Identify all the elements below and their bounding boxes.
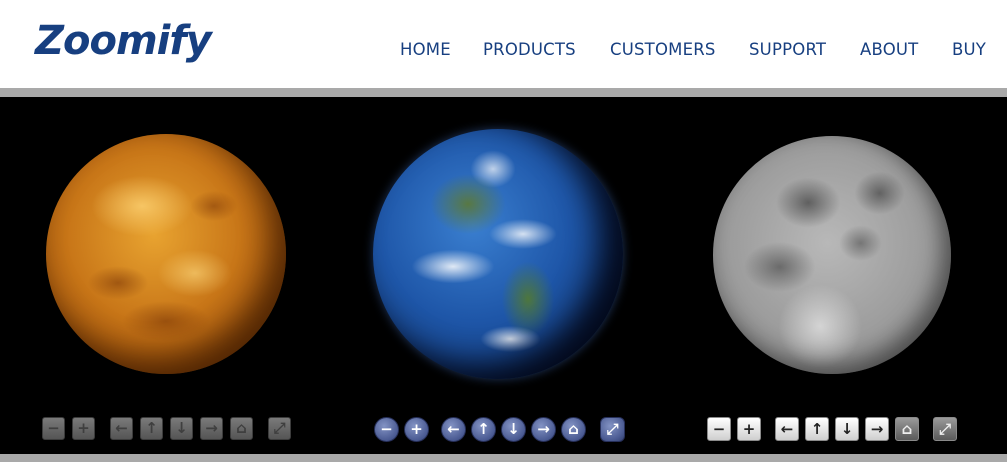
venus-home-button[interactable]: ⌂ (230, 417, 253, 440)
venus-image[interactable] (46, 134, 286, 374)
venus-zoom-in-button[interactable]: + (72, 417, 95, 440)
nav-products[interactable]: PRODUCTS (483, 40, 576, 59)
earth-pan-left-button[interactable]: ← (441, 417, 466, 442)
nav-support[interactable]: SUPPORT (749, 40, 826, 59)
nav-home[interactable]: HOME (400, 40, 451, 59)
earth-pan-right-button[interactable]: → (531, 417, 556, 442)
earth-zoom-in-button[interactable]: + (404, 417, 429, 442)
moon-pan-down-button[interactable]: ↓ (835, 417, 859, 441)
earth-pan-down-button[interactable]: ↓ (501, 417, 526, 442)
site-header: Zoomify HOME PRODUCTS CUSTOMERS SUPPORT … (0, 0, 1007, 88)
venus-fullscreen-button[interactable]: ⤢ (268, 417, 291, 440)
moon-pan-left-button[interactable]: ← (775, 417, 799, 441)
moon-pan-right-button[interactable]: → (865, 417, 889, 441)
moon-fullscreen-button[interactable]: ⤢ (933, 417, 957, 441)
moon-pan-up-button[interactable]: ↑ (805, 417, 829, 441)
nav-buy[interactable]: BUY (952, 40, 986, 59)
venus-pan-up-button[interactable]: ↑ (140, 417, 163, 440)
earth-zoom-out-button[interactable]: − (374, 417, 399, 442)
venus-pan-right-button[interactable]: → (200, 417, 223, 440)
venus-toolbar: − + ← ↑ ↓ → ⌂ ⤢ (42, 417, 294, 443)
nav-about[interactable]: ABOUT (860, 40, 918, 59)
earth-fullscreen-button[interactable]: ⤢ (600, 417, 625, 442)
separator-top (0, 88, 1007, 97)
earth-toolbar: − + ← ↑ ↓ → ⌂ ⤢ (374, 417, 626, 443)
earth-pan-up-button[interactable]: ↑ (471, 417, 496, 442)
nav-customers[interactable]: CUSTOMERS (610, 40, 716, 59)
separator-bottom (0, 454, 1007, 462)
moon-image[interactable] (713, 136, 951, 374)
earth-image[interactable] (373, 129, 623, 379)
moon-home-button[interactable]: ⌂ (895, 417, 919, 441)
moon-toolbar: − + ← ↑ ↓ → ⌂ ⤢ (707, 417, 962, 443)
moon-zoom-in-button[interactable]: + (737, 417, 761, 441)
moon-zoom-out-button[interactable]: − (707, 417, 731, 441)
venus-zoom-out-button[interactable]: − (42, 417, 65, 440)
venus-pan-down-button[interactable]: ↓ (170, 417, 193, 440)
viewer-stage: − + ← ↑ ↓ → ⌂ ⤢ − + ← ↑ ↓ → ⌂ ⤢ − + ← ↑ … (0, 97, 1007, 454)
venus-pan-left-button[interactable]: ← (110, 417, 133, 440)
main-nav: HOME PRODUCTS CUSTOMERS SUPPORT ABOUT BU… (0, 40, 1007, 64)
earth-home-button[interactable]: ⌂ (561, 417, 586, 442)
